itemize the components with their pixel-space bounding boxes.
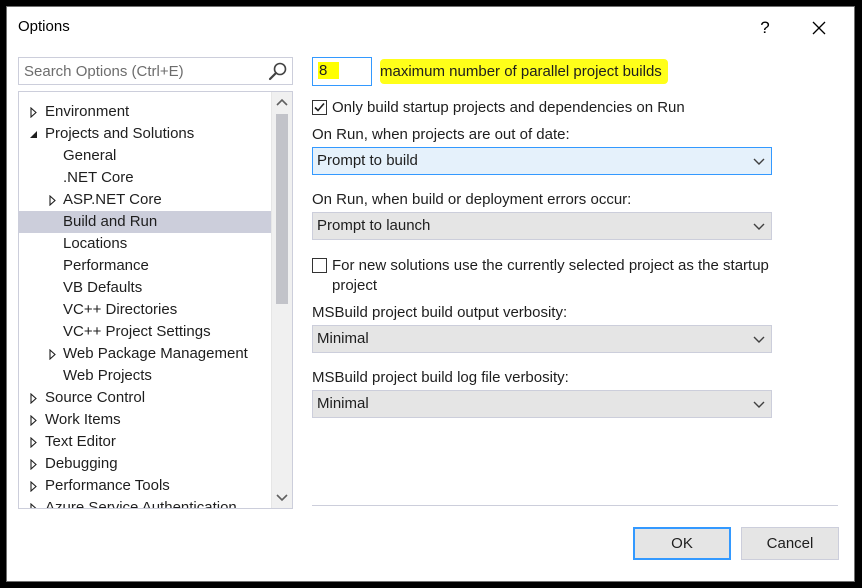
new-solutions-text: For new solutions use the currently sele…: [332, 256, 769, 296]
search-input[interactable]: [19, 58, 264, 84]
tree-item[interactable]: Environment: [19, 101, 271, 123]
only-startup-option: Only build startup projects and dependen…: [312, 98, 685, 118]
search-box: [18, 57, 293, 85]
output-verbosity-dropdown[interactable]: Minimal: [312, 325, 772, 353]
tree-item-label: Locations: [63, 235, 128, 252]
tree-item[interactable]: Source Control: [19, 387, 271, 409]
options-tree: Environment Projects and Solutions General…: [18, 91, 293, 509]
collapsed-arrow-icon[interactable]: [28, 497, 38, 508]
title-bar: Options ?: [7, 7, 854, 49]
tree-item[interactable]: Locations: [19, 233, 271, 255]
scroll-down-button[interactable]: [272, 488, 292, 508]
scroll-up-button[interactable]: [272, 92, 292, 112]
divider: [312, 505, 838, 506]
tree-item[interactable]: VC++ Project Settings: [19, 321, 271, 343]
errors-label: On Run, when build or deployment errors …: [312, 191, 632, 208]
new-solutions-label-line1: For new solutions use the currently sele…: [332, 257, 769, 274]
chevron-down-icon: [753, 223, 765, 230]
tree-scrollbar[interactable]: [271, 92, 292, 508]
tree-item[interactable]: .NET Core: [19, 167, 271, 189]
output-verbosity-value: Minimal: [317, 330, 369, 347]
new-solutions-option: For new solutions use the currently sele…: [312, 256, 769, 296]
tree-item[interactable]: Web Projects: [19, 365, 271, 387]
parallel-builds-label: maximum number of parallel project build…: [380, 59, 668, 84]
close-icon: [812, 21, 826, 35]
cancel-button[interactable]: Cancel: [741, 527, 839, 560]
tree-item-label: Work Items: [45, 411, 121, 428]
tree-item[interactable]: Debugging: [19, 453, 271, 475]
tree-item[interactable]: Build and Run: [19, 211, 271, 233]
chevron-down-icon: [753, 336, 765, 343]
tree-item-label: Web Projects: [63, 367, 152, 384]
chevron-up-icon: [276, 98, 288, 106]
close-button[interactable]: [796, 7, 842, 49]
chevron-down-icon: [276, 494, 288, 502]
tree-item-label: .NET Core: [63, 169, 134, 186]
collapsed-arrow-icon[interactable]: [28, 453, 38, 475]
tree-item-label: Source Control: [45, 389, 146, 406]
tree-item-label: Text Editor: [45, 433, 116, 450]
tree-item-label: VC++ Project Settings: [63, 323, 211, 340]
collapsed-arrow-icon[interactable]: [28, 387, 38, 409]
tree-item[interactable]: General: [19, 145, 271, 167]
chevron-down-icon: [753, 401, 765, 408]
search-icon[interactable]: [267, 60, 289, 82]
parallel-builds-input[interactable]: 8: [312, 57, 372, 86]
errors-dropdown[interactable]: Prompt to launch: [312, 212, 772, 240]
tree-item[interactable]: Text Editor: [19, 431, 271, 453]
parallel-builds-value: 8: [318, 62, 340, 79]
tree-list: Environment Projects and Solutions General…: [19, 92, 271, 508]
new-solutions-label-line2: project: [332, 277, 378, 294]
out-of-date-dropdown[interactable]: Prompt to build: [312, 147, 772, 175]
errors-value: Prompt to launch: [317, 217, 431, 234]
output-verbosity-label: MSBuild project build output verbosity:: [312, 304, 568, 321]
tree-item[interactable]: Work Items: [19, 409, 271, 431]
chevron-down-icon: [753, 158, 765, 165]
only-startup-checkbox[interactable]: [312, 100, 327, 115]
expanded-arrow-icon[interactable]: [28, 123, 38, 145]
window-title: Options: [18, 18, 70, 35]
checkmark-icon: [314, 102, 325, 112]
only-startup-label: Only build startup projects and dependen…: [332, 99, 685, 116]
tree-item-label: ASP.NET Core: [63, 191, 162, 208]
tree-item[interactable]: Azure Service Authentication: [19, 497, 271, 508]
collapsed-arrow-icon[interactable]: [28, 431, 38, 453]
tree-item-label: VB Defaults: [63, 279, 143, 296]
out-of-date-label: On Run, when projects are out of date:: [312, 126, 570, 143]
tree-item-label: Debugging: [45, 455, 118, 472]
tree-item[interactable]: Performance: [19, 255, 271, 277]
options-dialog: Options ? Environment Projects and Soluti…: [6, 6, 855, 582]
tree-item-label: VC++ Directories: [63, 301, 178, 318]
tree-item-label: General: [63, 147, 117, 164]
tree-item[interactable]: Web Package Management: [19, 343, 271, 365]
tree-item[interactable]: Performance Tools: [19, 475, 271, 497]
log-verbosity-dropdown[interactable]: Minimal: [312, 390, 772, 418]
collapsed-arrow-icon[interactable]: [28, 475, 38, 497]
collapsed-arrow-icon[interactable]: [28, 101, 38, 123]
out-of-date-value: Prompt to build: [317, 152, 418, 169]
ok-button[interactable]: OK: [633, 527, 731, 560]
tree-item-label: Projects and Solutions: [45, 125, 195, 142]
tree-item-label: Performance Tools: [45, 477, 170, 494]
tree-item-label: Environment: [45, 103, 130, 120]
tree-item-label: Azure Service Authentication: [45, 499, 237, 508]
scroll-thumb[interactable]: [276, 114, 288, 304]
tree-item[interactable]: ASP.NET Core: [19, 189, 271, 211]
log-verbosity-label: MSBuild project build log file verbosity…: [312, 369, 569, 386]
tree-item-label: Performance: [63, 257, 149, 274]
help-button[interactable]: ?: [742, 7, 788, 49]
log-verbosity-value: Minimal: [317, 395, 369, 412]
collapsed-arrow-icon[interactable]: [47, 343, 57, 365]
tree-item[interactable]: Projects and Solutions: [19, 123, 271, 145]
tree-item[interactable]: VB Defaults: [19, 277, 271, 299]
tree-item[interactable]: VC++ Directories: [19, 299, 271, 321]
tree-item-label: Web Package Management: [63, 345, 248, 362]
new-solutions-checkbox[interactable]: [312, 258, 327, 273]
collapsed-arrow-icon[interactable]: [28, 409, 38, 431]
collapsed-arrow-icon[interactable]: [47, 189, 57, 211]
tree-item-label: Build and Run: [63, 213, 158, 230]
